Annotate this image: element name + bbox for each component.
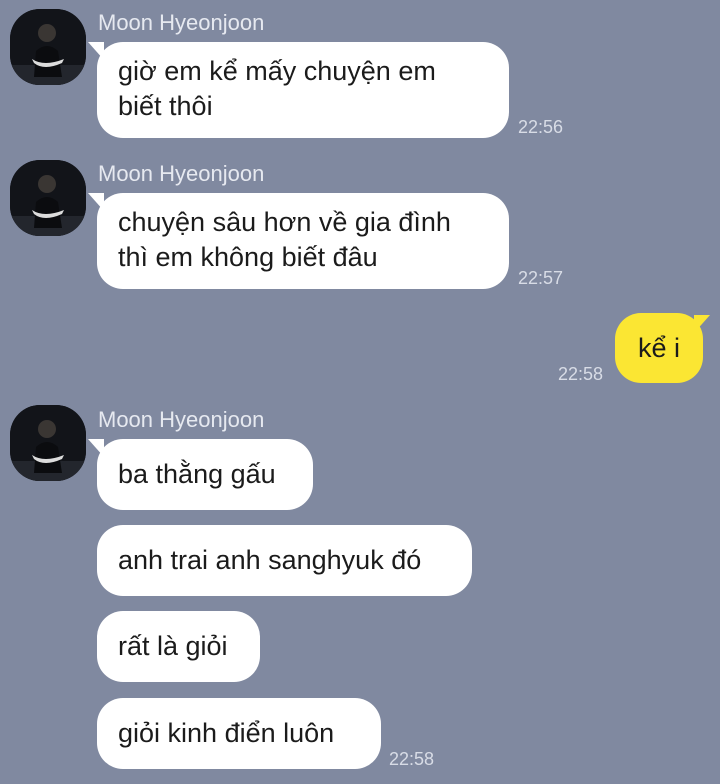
message-bubble[interactable]: giỏi kinh điển luôn [97, 698, 381, 769]
profile-photo-icon [10, 160, 86, 236]
sender-name: Moon Hyeonjoon [98, 161, 265, 186]
profile-photo-icon [10, 9, 86, 85]
avatar[interactable] [10, 9, 86, 85]
message-bubble[interactable]: chuyện sâu hơn về gia đình thì em không … [88, 193, 509, 289]
message-timestamp: 22:58 [558, 364, 604, 384]
sender-name: Moon Hyeonjoon [98, 10, 265, 35]
message-text: chuyện sâu hơn về gia đình [118, 207, 451, 237]
message-text: giờ em kể mấy chuyện em [118, 56, 436, 86]
message-timestamp: 22:58 [389, 749, 435, 769]
message-text: thì em không biết đâu [118, 242, 378, 272]
sender-name: Moon Hyeonjoon [98, 407, 265, 432]
message-text: anh trai anh sanghyuk đó [118, 545, 422, 575]
avatar[interactable] [10, 160, 86, 236]
message-text: biết thôi [118, 91, 213, 121]
message-timestamp: 22:57 [518, 268, 564, 288]
message-timestamp: 22:56 [518, 117, 564, 137]
message-text: ba thằng gấu [118, 459, 276, 489]
message-text: rất là giỏi [118, 631, 228, 661]
message-bubble[interactable]: rất là giỏi [97, 611, 260, 682]
message-bubble[interactable]: anh trai anh sanghyuk đó [97, 525, 472, 596]
message-bubble-outgoing[interactable]: kể i [615, 313, 710, 383]
message-bubble[interactable]: giờ em kể mấy chuyện em biết thôi [88, 42, 509, 138]
message-bubble[interactable]: ba thằng gấu [88, 439, 313, 510]
avatar[interactable] [10, 405, 86, 481]
message-text: giỏi kinh điển luôn [118, 718, 335, 748]
profile-photo-icon [10, 405, 86, 481]
message-text: kể i [637, 332, 681, 363]
